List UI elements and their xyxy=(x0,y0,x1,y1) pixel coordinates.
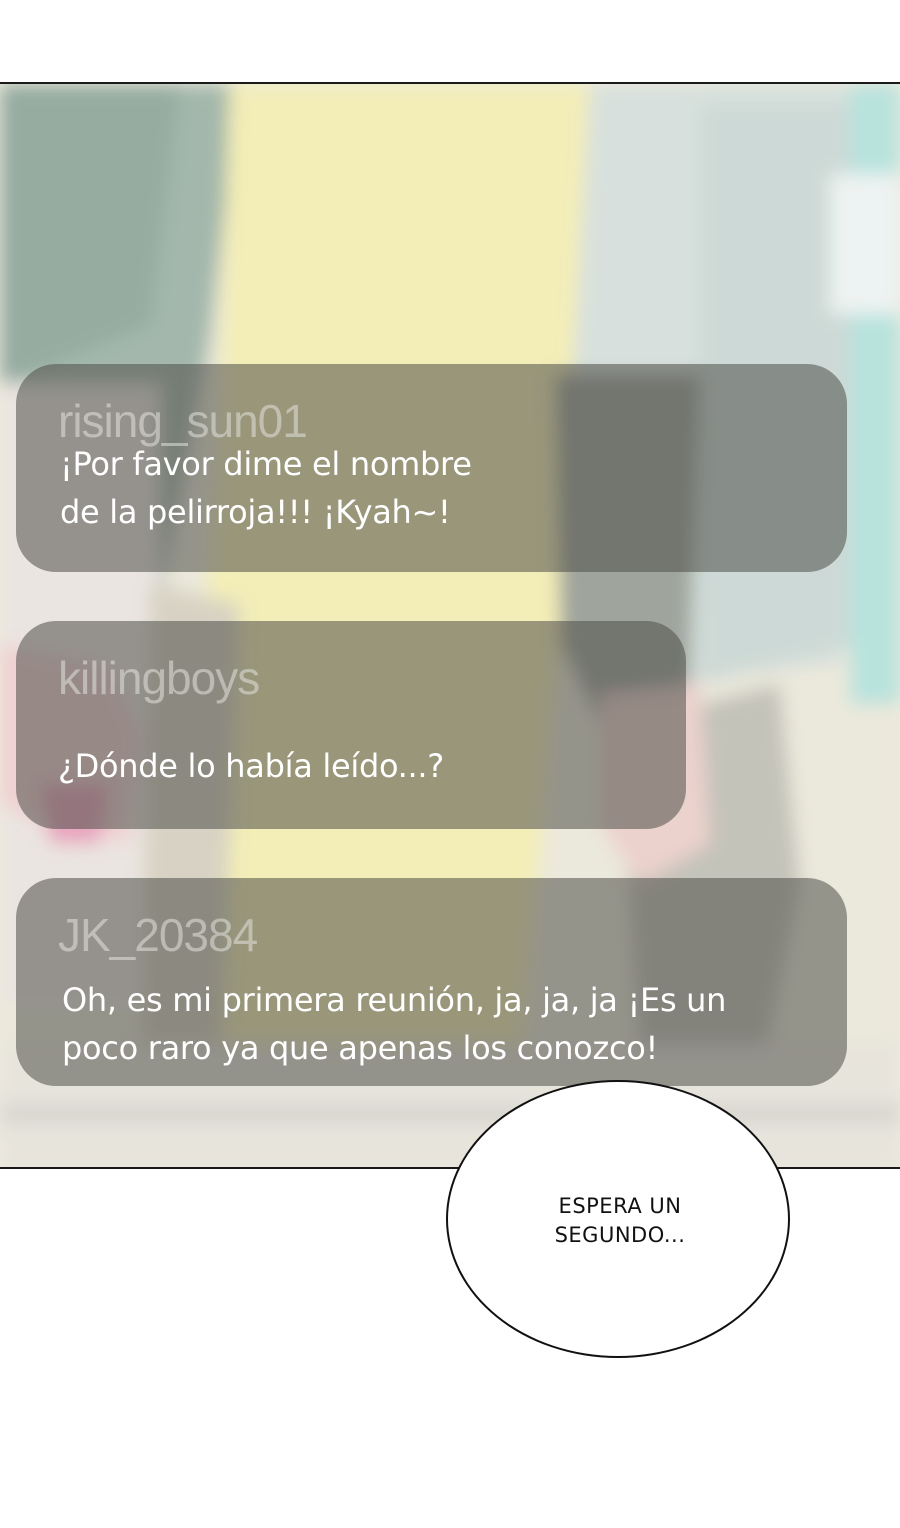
speech-bubble-text: ESPERA UN SEGUNDO... xyxy=(554,1194,686,1247)
chat-comment-1: rising_sun01 ¡Por favor dime el nombre d… xyxy=(16,364,847,572)
chat-comment-2: killingboys ¿Dónde lo había leído...? xyxy=(16,621,686,829)
chat-username: killingboys xyxy=(58,652,260,704)
chat-message: Oh, es mi primera reunión, ja, ja, ja ¡E… xyxy=(62,981,727,1067)
speech-bubble: ESPERA UN SEGUNDO... xyxy=(446,1080,790,1358)
chat-message: ¿Dónde lo había leído...? xyxy=(58,747,444,785)
comic-panel: rising_sun01 ¡Por favor dime el nombre d… xyxy=(0,82,900,1169)
chat-message: ¡Por favor dime el nombre de la pelirroj… xyxy=(60,445,472,531)
chat-comment-3: JK_20384 Oh, es mi primera reunión, ja, … xyxy=(16,878,847,1086)
chat-username: JK_20384 xyxy=(58,909,258,961)
